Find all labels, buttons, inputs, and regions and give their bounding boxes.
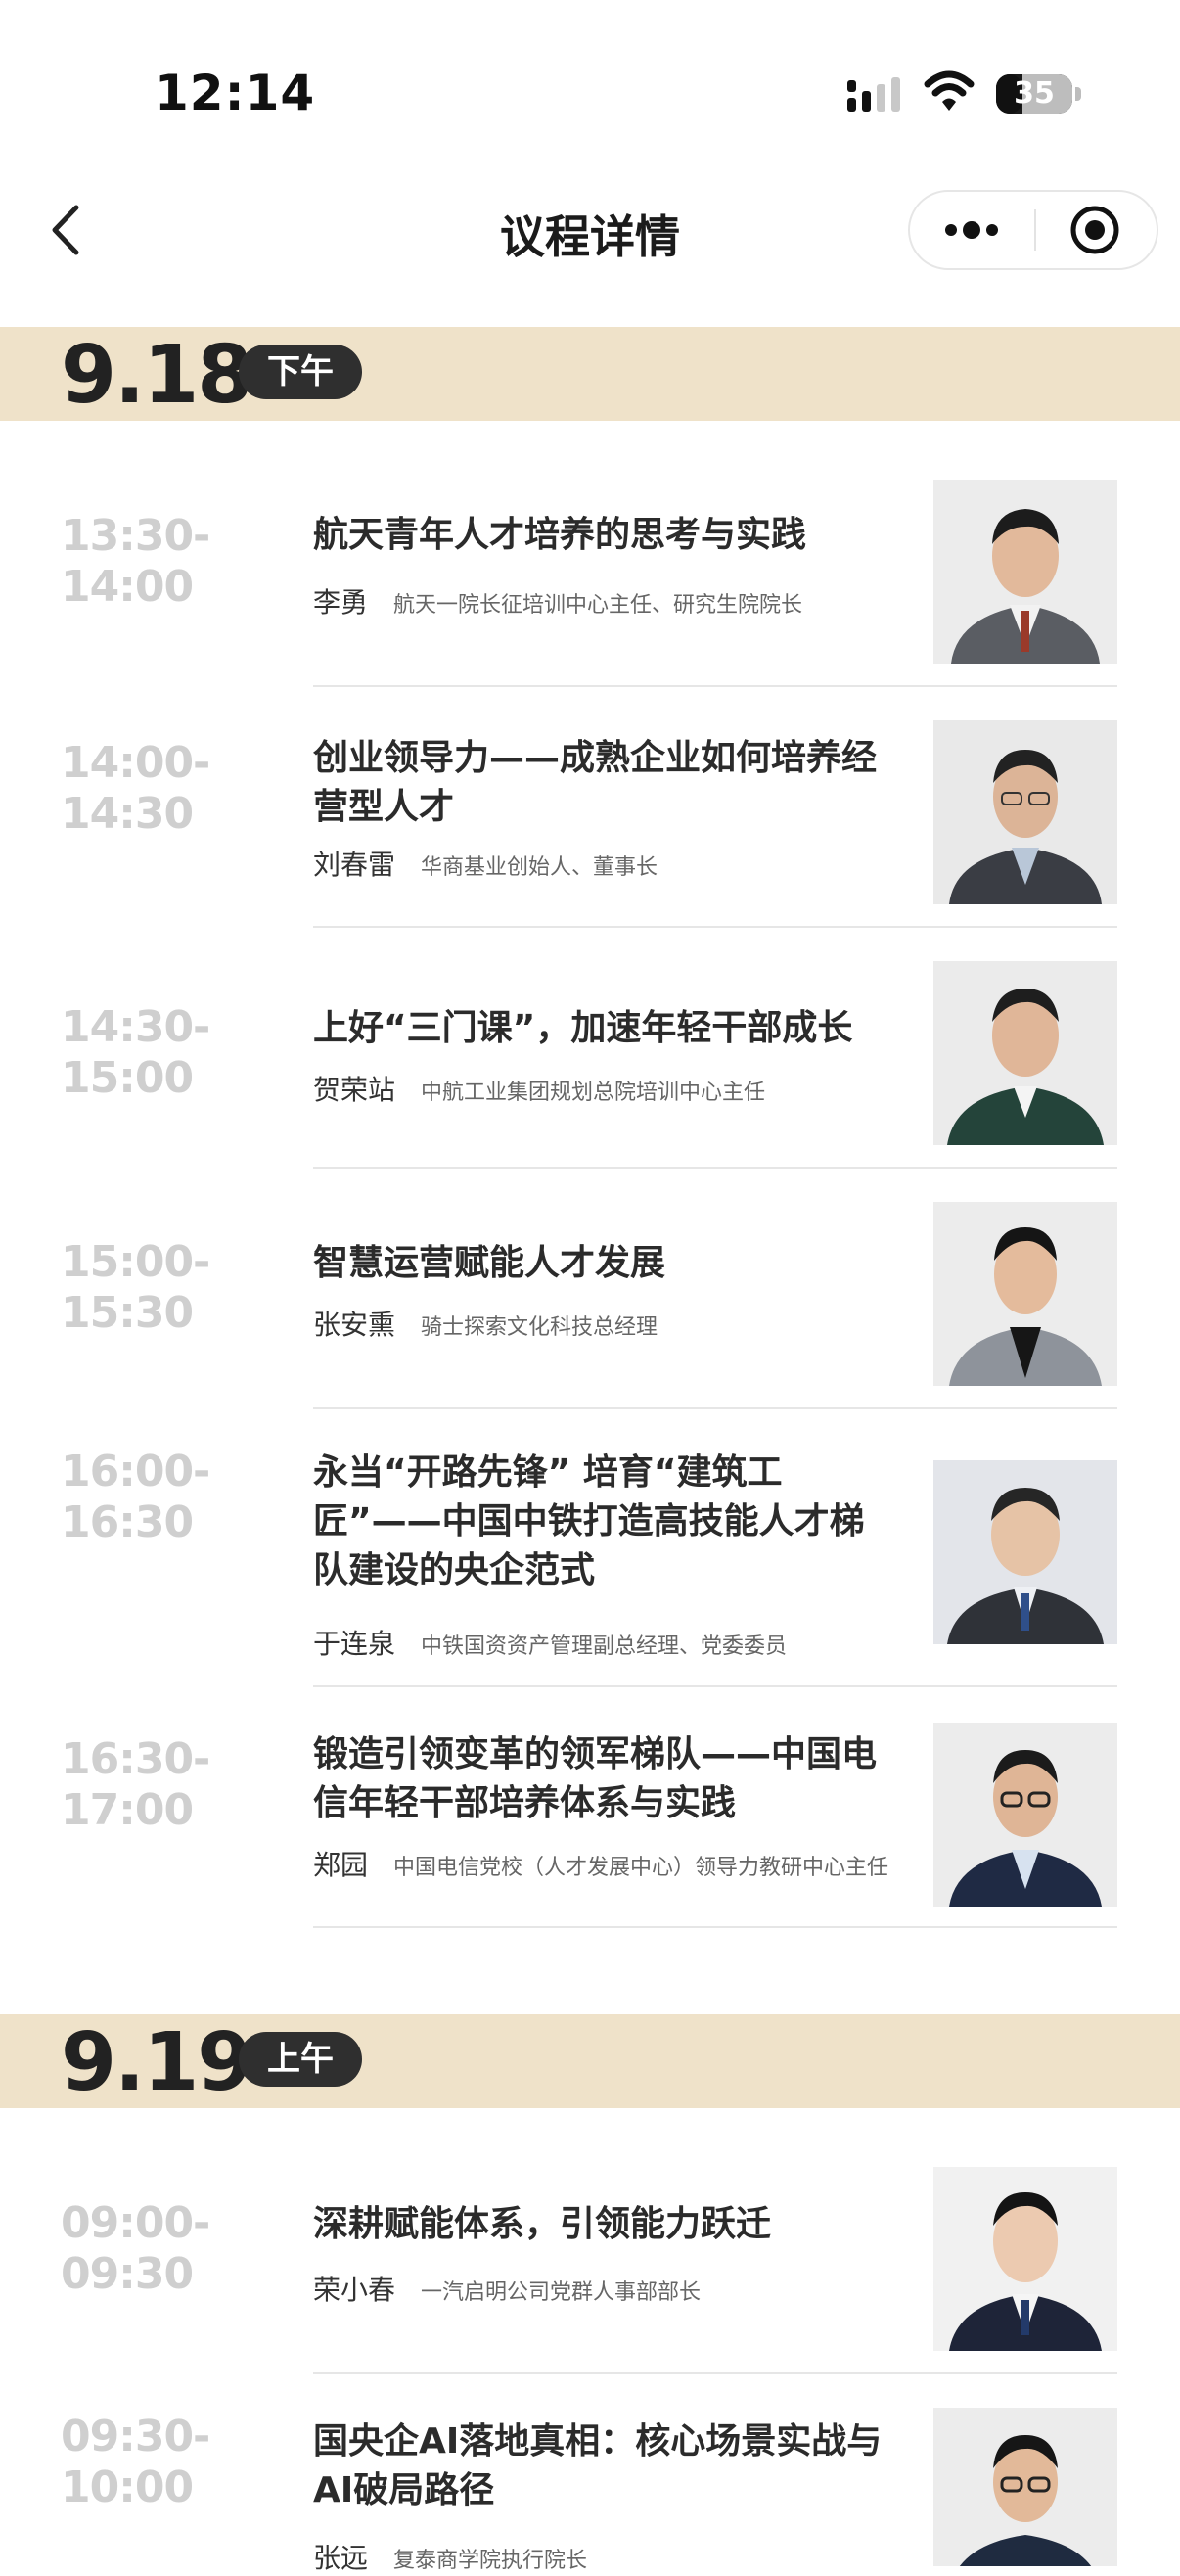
talk-title: 深耕赋能体系，引领能力跃迁	[313, 2204, 772, 2244]
wifi-icon	[924, 70, 975, 111]
time-start: 15:00-	[61, 1237, 210, 1287]
close-target-icon[interactable]	[1036, 192, 1158, 268]
speaker-name: 张远	[313, 2542, 369, 2574]
date-header: 9.19 上午	[0, 2014, 1180, 2109]
signal-icon	[847, 77, 900, 112]
speaker-name: 张安熏	[313, 1309, 396, 1341]
item-divider	[313, 1685, 1117, 1687]
speaker-line: 荣小春 一汽启明公司党群人事部部长	[313, 2269, 900, 2308]
date-header: 9.18 下午	[0, 327, 1180, 422]
date-number: 9.19	[61, 2016, 252, 2109]
speaker-line: 张远 复泰商学院执行院长	[313, 2537, 900, 2576]
speaker-role: 一汽启明公司党群人事部部长	[421, 2280, 702, 2305]
status-time: 12:14	[155, 65, 316, 121]
speaker-name: 李勇	[313, 586, 369, 619]
time-start: 16:00-	[61, 1447, 210, 1496]
item-divider	[313, 926, 1117, 928]
speaker-role: 航天一院长征培训中心主任、研究生院院长	[393, 593, 803, 618]
item-divider	[313, 685, 1117, 687]
talk-title: 锻造引领变革的领军梯队——中国电信年轻干部培养体系与实践	[313, 1734, 878, 1823]
speaker-photo[interactable]	[933, 720, 1117, 904]
speaker-photo[interactable]	[933, 1723, 1117, 1907]
talk-title: 永当“开路先锋” 培育“建筑工匠”——中国中铁打造高技能人才梯队建设的央企范式	[313, 1452, 865, 1590]
battery-tip	[1075, 87, 1081, 101]
item-divider	[313, 2372, 1117, 2374]
time-start: 14:00-	[61, 738, 210, 788]
time-end: 14:30	[61, 789, 194, 839]
speaker-photo[interactable]	[933, 480, 1117, 664]
time-end: 15:00	[61, 1053, 194, 1103]
talk-title: 创业领导力——成熟企业如何培养经营型人才	[313, 738, 878, 827]
speaker-photo[interactable]	[933, 961, 1117, 1145]
speaker-name: 刘春雷	[313, 849, 396, 881]
time-end: 14:00	[61, 562, 194, 612]
time-end: 16:30	[61, 1497, 194, 1547]
talk-title: 航天青年人才培养的思考与实践	[313, 515, 807, 555]
speaker-line: 于连泉 中铁国资资产管理副总经理、党委委员	[313, 1623, 900, 1662]
speaker-role: 骑士探索文化科技总经理	[421, 1315, 658, 1340]
item-divider	[313, 1167, 1117, 1169]
period-badge: 下午	[239, 345, 362, 399]
item-divider	[313, 1407, 1117, 1409]
speaker-name: 于连泉	[313, 1628, 396, 1660]
speaker-role: 复泰商学院执行院长	[393, 2549, 588, 2573]
time-end: 10:00	[61, 2462, 194, 2512]
speaker-line: 刘春雷 华商基业创始人、董事长	[313, 844, 900, 883]
status-bar: 12:14 35	[0, 0, 1180, 157]
speaker-role: 中国电信党校（人才发展中心）领导力教研中心主任	[393, 1856, 889, 1880]
date-number: 9.18	[61, 329, 252, 422]
speaker-photo[interactable]	[933, 2167, 1117, 2351]
speaker-name: 贺荣站	[313, 1074, 396, 1106]
time-start: 16:30-	[61, 1734, 210, 1784]
time-start: 09:00-	[61, 2198, 210, 2248]
battery-icon: 35	[996, 74, 1072, 114]
time-end: 09:30	[61, 2249, 194, 2299]
speaker-photo[interactable]	[933, 1202, 1117, 1386]
talk-title: 智慧运营赋能人才发展	[313, 1243, 666, 1283]
time-start: 13:30-	[61, 511, 210, 561]
more-icon[interactable]	[910, 192, 1034, 268]
speaker-role: 中铁国资资产管理副总经理、党委委员	[421, 1634, 788, 1659]
speaker-line: 张安熏 骑士探索文化科技总经理	[313, 1304, 900, 1343]
speaker-photo[interactable]	[933, 1460, 1117, 1644]
period-badge: 上午	[239, 2032, 362, 2087]
speaker-role: 中航工业集团规划总院培训中心主任	[421, 1081, 766, 1105]
talk-title: 上好“三门课”，加速年轻干部成长	[313, 1008, 853, 1048]
speaker-name: 郑园	[313, 1849, 369, 1881]
speaker-line: 郑园 中国电信党校（人才发展中心）领导力教研中心主任	[313, 1844, 900, 1883]
time-end: 15:30	[61, 1288, 194, 1338]
speaker-photo[interactable]	[933, 2408, 1117, 2566]
time-start: 09:30-	[61, 2412, 210, 2461]
speaker-role: 华商基业创始人、董事长	[421, 855, 658, 880]
speaker-name: 荣小春	[313, 2274, 396, 2306]
battery-percent: 35	[1014, 76, 1055, 111]
talk-title: 国央企AI落地真相：核心场景实战与AI破局路径	[313, 2421, 883, 2510]
nav-bar: 议程详情	[0, 166, 1180, 294]
time-end: 17:00	[61, 1785, 194, 1835]
time-start: 14:30-	[61, 1002, 210, 1052]
item-divider	[313, 1926, 1117, 1928]
speaker-line: 李勇 航天一院长征培训中心主任、研究生院院长	[313, 581, 900, 621]
speaker-line: 贺荣站 中航工业集团规划总院培训中心主任	[313, 1069, 900, 1108]
mini-program-capsule	[908, 190, 1158, 270]
